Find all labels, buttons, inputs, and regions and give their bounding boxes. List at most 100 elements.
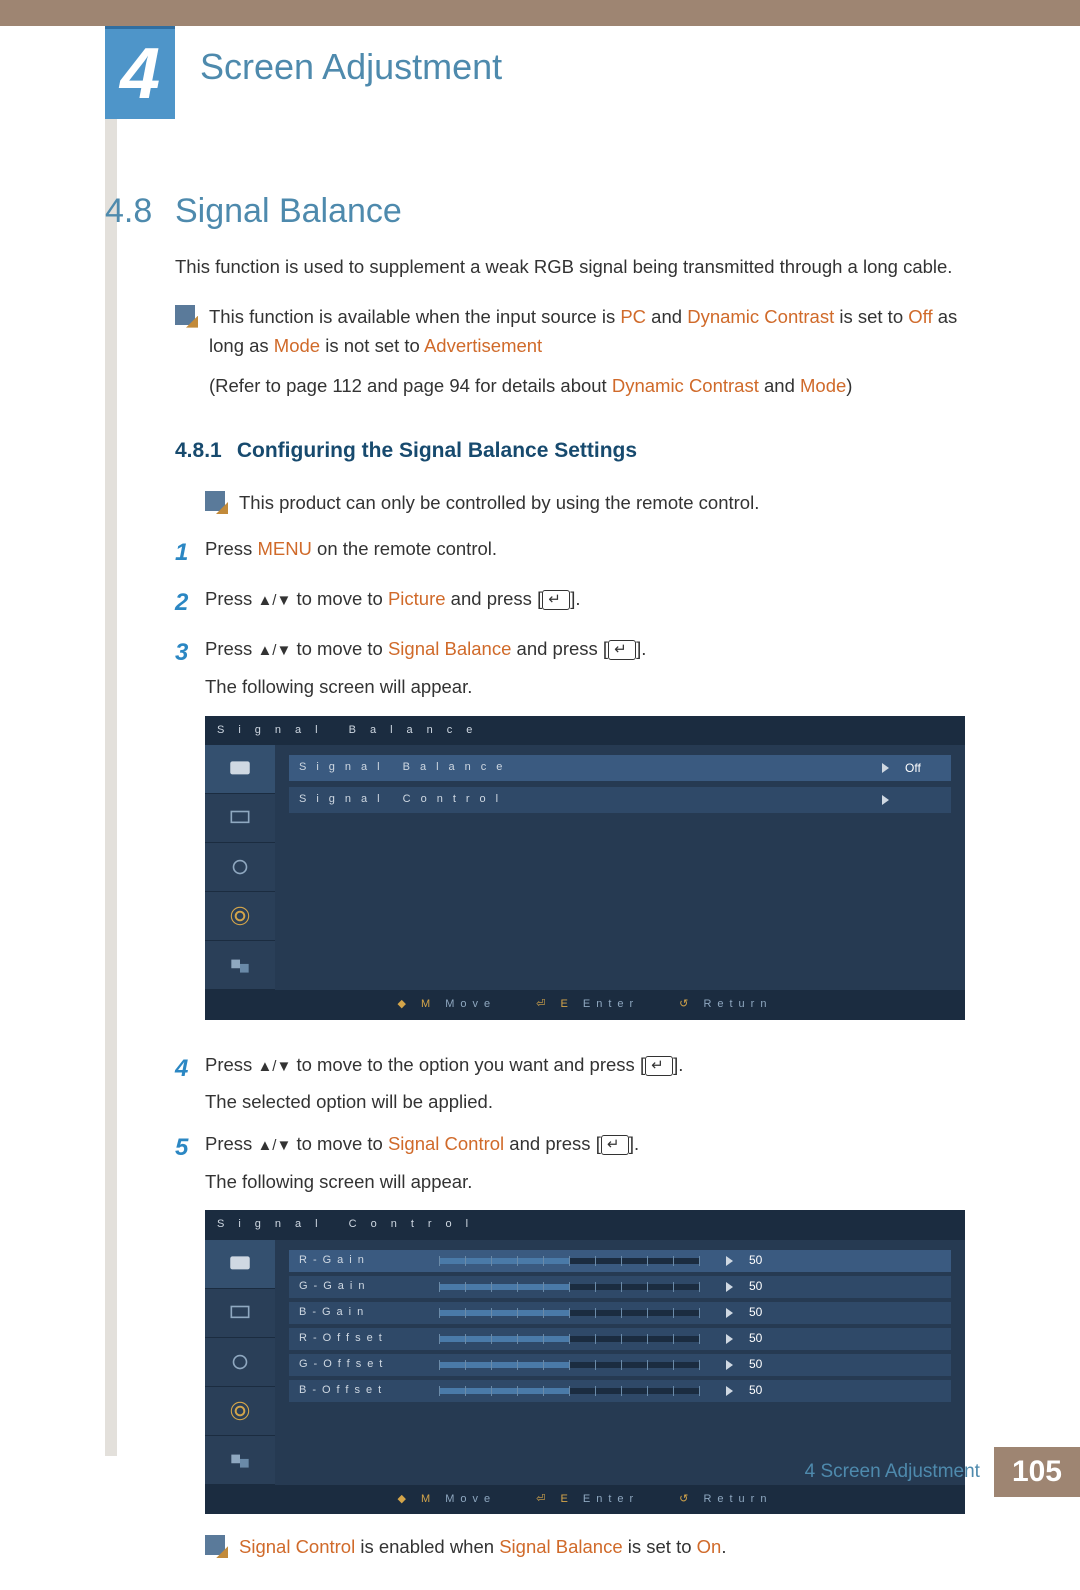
note-icon (175, 305, 195, 325)
hl-picture: Picture (388, 588, 446, 609)
osd-slider (439, 1284, 699, 1290)
hl-off: Off (908, 306, 932, 327)
enter-icon (608, 640, 636, 660)
subsection-title: Configuring the Signal Balance Settings (237, 439, 637, 462)
step-body: Press ▲/▼ to move to Picture and press [… (205, 584, 965, 614)
osd-value: Off (905, 759, 951, 778)
note-signal-control: Signal Control is enabled when Signal Ba… (205, 1532, 965, 1562)
t: The selected option will be applied. (205, 1087, 965, 1117)
t: ]. (673, 1054, 683, 1075)
footer-chapter: 4 Screen Adjustment (805, 1461, 980, 1483)
osd-signal-balance: Signal Balance Signal Balance (205, 716, 965, 1020)
osd-tab-picture (205, 1240, 275, 1289)
osd-right-arrow-icon (709, 1360, 749, 1370)
t: ]. (629, 1133, 639, 1154)
osd-title: Signal Control (205, 1210, 965, 1240)
note-availability: This function is available when the inpu… (175, 302, 965, 401)
up-down-icon: ▲/▼ (257, 1058, 291, 1075)
hl-dynamic-contrast: Dynamic Contrast (612, 375, 759, 396)
osd-right-arrow-icon (709, 1256, 749, 1266)
osd-row-r-gain: R-Gain 50 (289, 1250, 951, 1272)
t: and press [ (504, 1133, 601, 1154)
note-remote: This product can only be controlled by u… (205, 488, 965, 518)
osd-label: G-Offset (289, 1356, 429, 1374)
osd-slider (439, 1362, 699, 1368)
t: Press (205, 638, 257, 659)
osd-right-arrow-icon (709, 1308, 749, 1318)
section-number: 4.8 (105, 192, 152, 231)
hl-pc: PC (620, 306, 646, 327)
step-3: 3 Press ▲/▼ to move to Signal Balance an… (175, 634, 965, 1037)
step-body: Press ▲/▼ to move to Signal Control and … (205, 1129, 965, 1578)
t: This function is available when the inpu… (209, 306, 620, 327)
t: to move to (291, 588, 388, 609)
t: ) (846, 375, 852, 396)
osd-label: R-Offset (289, 1330, 429, 1348)
osd-row-b-offset: B-Offset50 (289, 1380, 951, 1402)
osd-right-arrow-icon (709, 1386, 749, 1396)
osd-value: 50 (749, 1251, 795, 1270)
osd-right-arrow-icon (865, 763, 905, 773)
osd-tab-picture (205, 745, 275, 794)
osd-row-signal-control: Signal Control (289, 787, 951, 813)
left-margin-rule (105, 26, 117, 1456)
osd-label: R-Gain (289, 1252, 429, 1270)
chapter-badge: 4 (105, 26, 175, 119)
t: Press (205, 1054, 257, 1075)
step-number: 1 (175, 534, 205, 572)
osd-right-arrow-icon (865, 795, 905, 805)
osd-tab-setup (205, 1387, 275, 1436)
hl-dynamic-contrast: Dynamic Contrast (687, 306, 834, 327)
note-text: This product can only be controlled by u… (239, 488, 965, 518)
osd-row-g-offset: G-Offset50 (289, 1354, 951, 1376)
t: The following screen will appear. (205, 1167, 965, 1197)
up-down-icon: ▲/▼ (257, 1137, 291, 1154)
step-4: 4 Press ▲/▼ to move to the option you wa… (175, 1050, 965, 1117)
t: and press [ (446, 588, 543, 609)
up-down-icon: ▲/▼ (257, 592, 291, 609)
osd-footer: ◆ M Move ⏎ E Enter ↺ Return (205, 990, 965, 1020)
t: and (646, 306, 687, 327)
chapter-number: 4 (120, 38, 160, 110)
enter-icon (542, 590, 570, 610)
osd-footer-return: Return (703, 1493, 772, 1505)
hl-signal-control: Signal Control (239, 1536, 355, 1557)
osd-sidebar (205, 1240, 275, 1485)
up-down-icon: ▲/▼ (257, 642, 291, 659)
osd-value: 50 (749, 1381, 795, 1400)
step-number: 5 (175, 1129, 205, 1167)
content-area: This function is used to supplement a we… (175, 252, 965, 1590)
osd-tab-display (205, 794, 275, 843)
t: Press (205, 1133, 257, 1154)
osd-footer-enter: Enter (583, 1493, 639, 1505)
osd-tab-sound (205, 843, 275, 892)
step-number: 3 (175, 634, 205, 672)
osd-body: Signal Balance Off Signal Control (205, 745, 965, 990)
top-border (0, 0, 1080, 26)
subsection-heading: 4.8.1 Configuring the Signal Balance Set… (175, 434, 965, 468)
t: (Refer to page 112 and page 94 for detai… (209, 375, 612, 396)
osd-label: Signal Balance (289, 759, 865, 777)
osd-label: G-Gain (289, 1278, 429, 1296)
hl-mode: Mode (800, 375, 846, 396)
enter-icon (645, 1056, 673, 1076)
osd-title: Signal Balance (205, 716, 965, 746)
t: ]. (570, 588, 580, 609)
osd-footer-move: Move (445, 1493, 496, 1505)
osd-slider (439, 1388, 699, 1394)
t: to move to (291, 1133, 388, 1154)
step-body: Press ▲/▼ to move to Signal Balance and … (205, 634, 965, 1037)
page: 4 Screen Adjustment 4.8 Signal Balance T… (0, 0, 1080, 1527)
step-body: Press MENU on the remote control. (205, 534, 965, 564)
hl-signal-balance: Signal Balance (499, 1536, 622, 1557)
page-number: 105 (994, 1447, 1080, 1497)
t: is set to (834, 306, 908, 327)
t: ]. (636, 638, 646, 659)
step-number: 2 (175, 584, 205, 622)
osd-slider (439, 1336, 699, 1342)
osd-tab-setup (205, 892, 275, 941)
osd-right-arrow-icon (709, 1282, 749, 1292)
osd-tab-multi (205, 941, 275, 990)
t: Press (205, 538, 257, 559)
osd-footer-enter: Enter (583, 998, 639, 1010)
